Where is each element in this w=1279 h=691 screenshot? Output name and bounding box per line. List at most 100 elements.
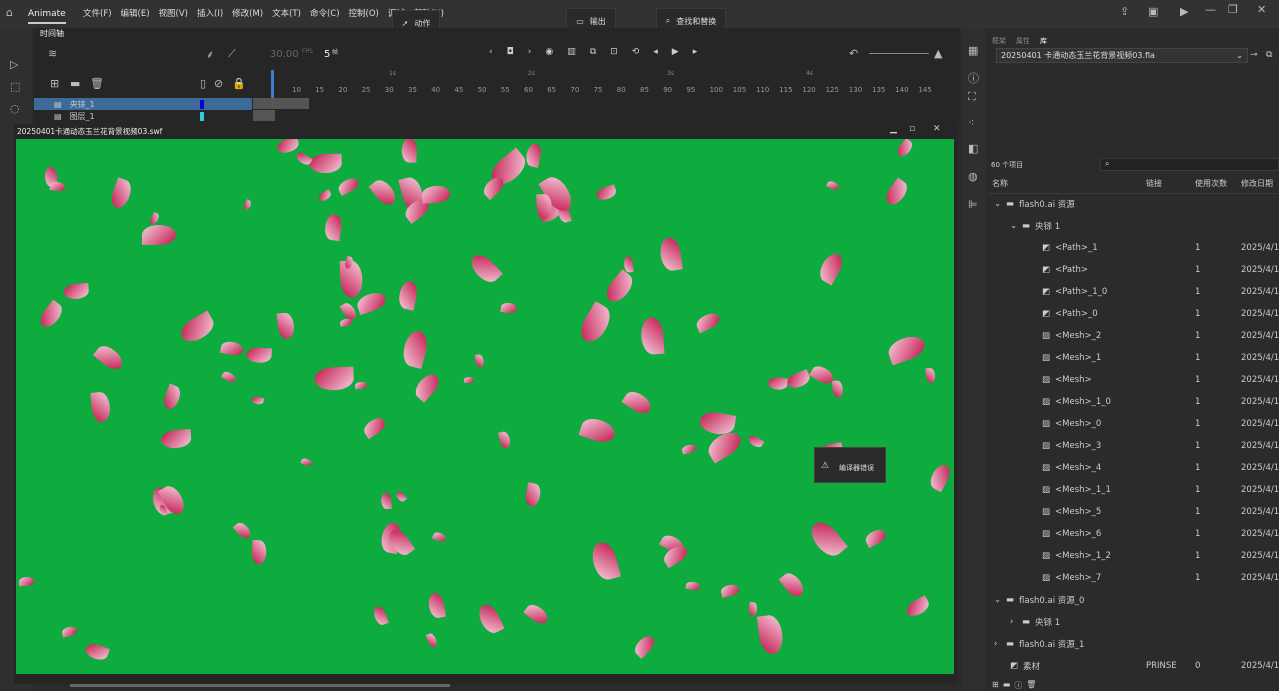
new-folder-icon[interactable]: ▬: [70, 77, 80, 90]
menu-item[interactable]: 视图(V): [159, 7, 188, 19]
home-icon[interactable]: ⌂: [6, 6, 13, 19]
library-item[interactable]: › ▬ flash0.ai 资源_1: [988, 633, 1279, 655]
mountain-icon[interactable]: ▲: [934, 47, 942, 60]
layer-name[interactable]: 图层_1: [70, 111, 95, 122]
menu-item[interactable]: 命令(C): [310, 7, 340, 19]
library-tab[interactable]: 属性: [1016, 36, 1030, 46]
layer-name[interactable]: 央铩_1: [70, 99, 95, 110]
new-folder-icon[interactable]: ▬: [1003, 680, 1011, 691]
library-item[interactable]: ▨ <Mesh>_1_1 1 2025/4/1: [988, 479, 1279, 501]
column-header[interactable]: 链接: [1146, 178, 1162, 189]
play-icon[interactable]: ▶: [672, 47, 679, 57]
chevron-down-icon[interactable]: ⌄: [1010, 221, 1022, 231]
outline-icon[interactable]: ▯: [200, 77, 206, 90]
step-forward-icon[interactable]: ▸: [693, 47, 698, 57]
new-library-icon[interactable]: ⧉: [1266, 50, 1272, 60]
doc-close-icon[interactable]: ✕: [933, 124, 941, 134]
swatches-icon[interactable]: ▦: [968, 44, 978, 57]
library-tab[interactable]: 库: [1040, 36, 1047, 46]
horizontal-scrollbar[interactable]: [70, 684, 450, 687]
library-item[interactable]: ◩ 素材 PRINSE 0 2025/4/1: [988, 655, 1279, 677]
minimize-icon[interactable]: —: [1205, 3, 1216, 16]
hierarchy-icon[interactable]: ⸙: [206, 47, 214, 62]
step-back-icon[interactable]: ◂: [653, 47, 658, 57]
menu-item[interactable]: 文件(F): [83, 7, 112, 19]
chevron-down-icon[interactable]: ⌄: [994, 199, 1006, 209]
library-item[interactable]: ▨ <Mesh>_1 1 2025/4/1: [988, 347, 1279, 369]
library-item[interactable]: ▨ <Mesh>_6 1 2025/4/1: [988, 523, 1279, 545]
info-icon[interactable]: ⓘ: [968, 70, 979, 86]
graph-icon[interactable]: ⟋: [228, 47, 236, 61]
library-item[interactable]: ▨ <Mesh>_5 1 2025/4/1: [988, 501, 1279, 523]
onion-skin-icon[interactable]: ◉: [545, 47, 553, 57]
playhead[interactable]: [271, 70, 274, 98]
test-movie-icon[interactable]: ▶: [1180, 5, 1188, 18]
library-item[interactable]: ◩ <Path>_1_0 1 2025/4/1: [988, 281, 1279, 303]
stage-canvas[interactable]: ⚠ 编译器错误: [16, 139, 954, 674]
undo-icon[interactable]: ↶: [849, 47, 858, 60]
chevron-down-icon[interactable]: ⌄: [994, 595, 1006, 605]
column-header[interactable]: 修改日期: [1241, 178, 1273, 189]
selection-tool-icon[interactable]: ▷: [10, 58, 18, 71]
keyframe-icon[interactable]: ◘: [507, 47, 514, 57]
column-header[interactable]: 使用次数: [1195, 178, 1227, 189]
motion-icon[interactable]: ⁖: [968, 116, 974, 129]
column-header[interactable]: 名称: [992, 178, 1008, 189]
pin-icon[interactable]: ⊸: [1250, 50, 1258, 60]
library-item[interactable]: ◩ <Path>_0 1 2025/4/1: [988, 303, 1279, 325]
library-item[interactable]: ◩ <Path> 1 2025/4/1: [988, 259, 1279, 281]
zoom-slider[interactable]: [869, 53, 929, 54]
new-layer-icon[interactable]: ⊞: [50, 77, 59, 90]
layer-frames[interactable]: [253, 98, 309, 109]
library-item[interactable]: ⌄ ▬ flash0.ai 资源_0: [988, 589, 1279, 611]
library-item[interactable]: › ▬ 央铩 1: [988, 611, 1279, 633]
sync-icon[interactable]: ⧉: [590, 47, 596, 57]
library-item[interactable]: ▨ <Mesh>_1_0 1 2025/4/1: [988, 391, 1279, 413]
frame-value[interactable]: 5: [324, 49, 330, 60]
transform-tool-icon[interactable]: ⬚: [10, 80, 20, 93]
document-select[interactable]: 20250401 卡通动态玉兰花背景视频03.fla ⌄: [996, 48, 1248, 63]
restore-icon[interactable]: ❐: [1228, 3, 1238, 16]
loop-icon[interactable]: ⟲: [632, 47, 640, 57]
frame-ruler[interactable]: 10 15 20 25 30 35 40 45 50 55 60 65 70 75 80 85 90 95 100 1…: [292, 86, 962, 96]
library-item[interactable]: ▨ <Mesh> 1 2025/4/1: [988, 369, 1279, 391]
transform-icon[interactable]: ⛶: [968, 90, 976, 104]
share-icon[interactable]: ⇪: [1120, 5, 1129, 18]
compiler-errors-panel[interactable]: ⚠ 编译器错误: [814, 447, 886, 483]
doc-minimize-icon[interactable]: ▁: [890, 124, 897, 134]
library-tab[interactable]: 框架: [992, 36, 1006, 46]
center-frame-icon[interactable]: ⊡: [610, 47, 618, 57]
timeline-tab[interactable]: 时间轴: [40, 28, 64, 39]
lasso-tool-icon[interactable]: ◌: [10, 102, 20, 115]
menu-item[interactable]: 文本(T): [272, 7, 301, 19]
menu-item[interactable]: 控制(O): [349, 7, 379, 19]
library-item[interactable]: ▨ <Mesh>_7 1 2025/4/1: [988, 567, 1279, 589]
edit-multiple-icon[interactable]: ▥: [567, 47, 576, 57]
fps-value[interactable]: 30.00: [270, 49, 299, 60]
library-item[interactable]: ▨ <Mesh>_1_2 1 2025/4/1: [988, 545, 1279, 567]
color-icon[interactable]: ◍: [968, 170, 978, 183]
prev-keyframe-icon[interactable]: ‹: [489, 47, 493, 57]
properties-icon[interactable]: ⓘ: [1014, 680, 1022, 691]
layers-icon[interactable]: ≋: [48, 47, 57, 60]
components-icon[interactable]: ◧: [968, 142, 978, 155]
library-item[interactable]: ◩ <Path>_1 1 2025/4/1: [988, 237, 1279, 259]
layer-color-swatch[interactable]: [200, 99, 204, 109]
library-item[interactable]: ⌄ ▬ 央铩 1: [988, 215, 1279, 237]
menu-item[interactable]: 修改(M): [232, 7, 263, 19]
library-item[interactable]: ▨ <Mesh>_3 1 2025/4/1: [988, 435, 1279, 457]
chevron-right-icon[interactable]: ›: [994, 639, 1006, 649]
menu-item[interactable]: 编辑(E): [121, 7, 150, 19]
layer-row[interactable]: ▤ 央铩_1: [34, 98, 309, 110]
layer-frames[interactable]: [253, 110, 275, 121]
library-item[interactable]: ⌄ ▬ flash0.ai 资源: [988, 193, 1279, 215]
close-icon[interactable]: ✕: [1257, 3, 1266, 16]
library-search-input[interactable]: ⌕: [1100, 158, 1279, 171]
chevron-right-icon[interactable]: ›: [1010, 617, 1022, 627]
delete-icon[interactable]: 🗑: [1026, 680, 1036, 691]
layer-color-swatch[interactable]: [200, 111, 204, 121]
align-icon[interactable]: ⊫: [968, 198, 978, 211]
next-keyframe-icon[interactable]: ›: [528, 47, 532, 57]
layer-row[interactable]: ▤ 图层_1: [34, 110, 275, 122]
library-item[interactable]: ▨ <Mesh>_0 1 2025/4/1: [988, 413, 1279, 435]
